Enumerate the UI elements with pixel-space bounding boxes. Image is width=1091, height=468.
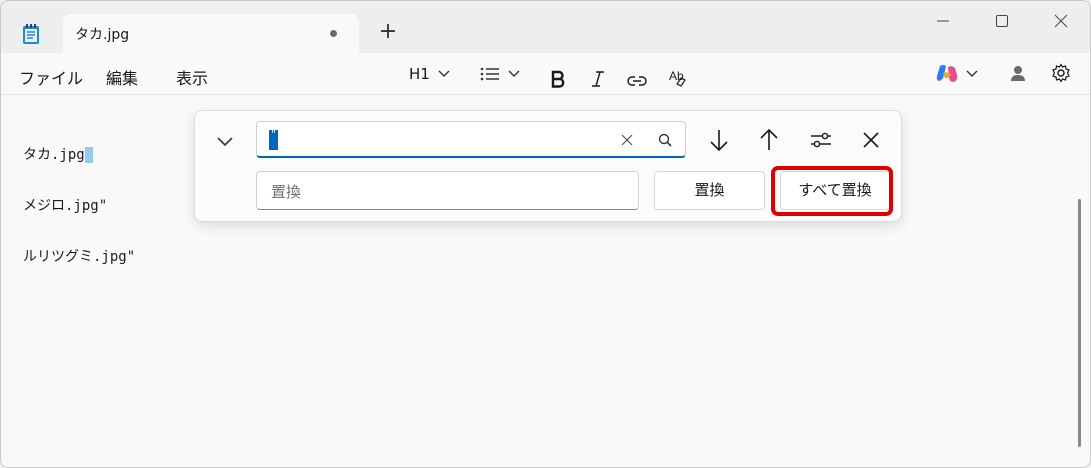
menu-file[interactable]: ファイル: [19, 65, 83, 89]
options-sliders-icon[interactable]: [806, 125, 836, 155]
close-window-icon[interactable]: [1046, 9, 1076, 33]
list-dropdown[interactable]: [480, 61, 520, 87]
search-value: ": [269, 130, 278, 150]
chevron-down-icon: [508, 70, 520, 77]
menu-edit[interactable]: 編集: [106, 65, 138, 89]
search-icon[interactable]: [657, 132, 673, 148]
copilot-icon[interactable]: [935, 63, 959, 85]
bold-icon[interactable]: [551, 66, 565, 92]
find-previous-arrow-icon[interactable]: [754, 125, 784, 155]
svg-text:Ab: Ab: [669, 69, 684, 83]
unsaved-dot-icon[interactable]: [330, 30, 337, 37]
tab-title: タカ.jpg: [75, 27, 130, 43]
find-next-arrow-icon[interactable]: [704, 125, 734, 155]
title-bar: タカ.jpg +: [1, 1, 1090, 53]
replace-input[interactable]: 置換: [256, 171, 639, 210]
new-tab-button[interactable]: +: [377, 21, 399, 43]
text-editor[interactable]: タカ.jpg メジロ.jpg" ルリツグミ.jpg": [23, 113, 135, 300]
collapse-chevron-icon[interactable]: [215, 131, 235, 151]
link-icon[interactable]: [627, 68, 647, 94]
editor-line: ルリツグミ.jpg": [23, 249, 136, 265]
notepad-app-icon: [23, 24, 39, 44]
menu-view[interactable]: 表示: [176, 65, 208, 89]
gear-icon[interactable]: [1051, 63, 1071, 83]
search-input[interactable]: ": [256, 121, 686, 158]
replace-placeholder: 置換: [271, 183, 302, 201]
clear-icon[interactable]: [619, 132, 635, 148]
italic-icon[interactable]: [591, 66, 605, 92]
heading-dropdown[interactable]: H1: [409, 61, 450, 87]
minimize-icon[interactable]: [928, 9, 958, 33]
replace-button[interactable]: 置換: [654, 171, 765, 210]
vertical-scrollbar[interactable]: [1078, 199, 1081, 447]
editor-line: メジロ.jpg": [23, 198, 108, 214]
close-find-icon[interactable]: [856, 125, 886, 155]
account-icon[interactable]: [1008, 63, 1028, 83]
editor-line: タカ.jpg: [23, 147, 135, 164]
list-icon: [480, 67, 499, 81]
callout-highlight-box: [771, 166, 893, 216]
document-tab[interactable]: タカ.jpg: [63, 14, 359, 53]
spellcheck-icon[interactable]: Ab: [668, 64, 688, 90]
chevron-down-icon[interactable]: [966, 70, 978, 78]
chevron-down-icon: [438, 70, 450, 77]
selection-highlight: [84, 147, 93, 163]
menu-bar: ファイル 編集 表示 H1 Ab: [1, 53, 1090, 95]
notepad-window: タカ.jpg + ファイル 編集 表示 H1 Ab タカ.jpg メジロ.jpg…: [0, 0, 1091, 468]
heading-label: H1: [409, 65, 430, 83]
maximize-icon[interactable]: [987, 9, 1017, 33]
